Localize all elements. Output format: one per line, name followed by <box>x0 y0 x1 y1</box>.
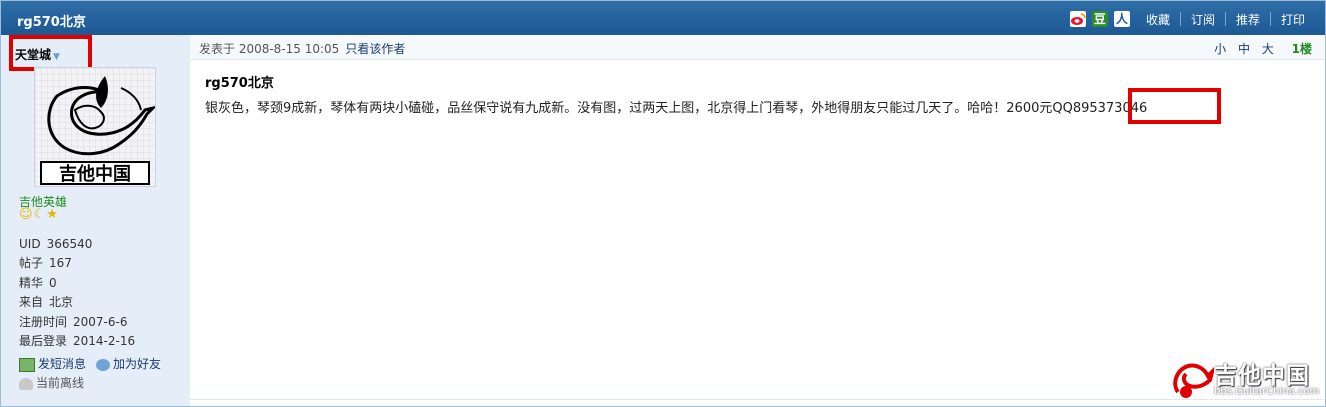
view-author-only-link[interactable]: 只看该作者 <box>345 42 405 56</box>
thread-toolbar: 豆 人 收藏 订阅 推荐 打印 <box>1069 9 1315 29</box>
online-status: 当前离线 <box>19 374 161 393</box>
moon-icon: ☾ <box>33 207 46 222</box>
subscribe-link[interactable]: 订阅 <box>1181 11 1225 28</box>
post-body: 银灰色，琴颈9成新，琴体有两块小磕碰，品丝保守说有九成新。没有图，过两天上图，北… <box>205 101 1148 116</box>
author-actions: 发短消息 加为好友 当前离线 <box>19 355 161 393</box>
font-large-button[interactable]: 大 <box>1262 42 1274 56</box>
add-friend-button[interactable]: 加为好友 <box>96 355 161 374</box>
weibo-share-icon[interactable] <box>1069 11 1086 27</box>
avatar-logo-text: 吉他中国 <box>59 163 131 185</box>
print-link[interactable]: 打印 <box>1271 11 1315 28</box>
rank-badges: ☺ ☾ ★ <box>19 207 58 222</box>
send-message-button[interactable]: 发短消息 <box>19 355 86 374</box>
post-date: 发表于 2008-8-15 10:05 只看该作者 <box>199 42 406 56</box>
watermark-text: 吉他中国 <box>1214 363 1310 389</box>
info-digest: 精华 0 <box>19 275 57 290</box>
info-location: 来自 北京 <box>19 295 74 310</box>
highlight-box-qq <box>1128 88 1221 124</box>
star-icon: ★ <box>46 207 58 222</box>
thread-title: rg570北京 <box>17 15 86 30</box>
post-divider <box>190 399 1324 400</box>
mail-icon <box>19 357 35 372</box>
favorite-link[interactable]: 收藏 <box>1136 11 1180 28</box>
floor-number[interactable]: 1楼 <box>1292 42 1312 56</box>
post-subject: rg570北京 <box>205 76 274 91</box>
guitar-logo-icon <box>1173 363 1216 398</box>
font-small-button[interactable]: 小 <box>1214 42 1226 56</box>
watermark-url: bbs.GuitarChina.com <box>1214 386 1320 397</box>
info-uid: UID 366540 <box>19 237 93 251</box>
recommend-link[interactable]: 推荐 <box>1226 11 1270 28</box>
watermark: 吉他中国 bbs.GuitarChina.com <box>1170 356 1320 404</box>
offline-user-icon <box>19 377 33 390</box>
info-posts: 帖子 167 <box>19 256 72 271</box>
highlight-box-username <box>9 35 92 71</box>
avatar[interactable]: 吉他中国 <box>34 67 158 187</box>
info-registered: 注册时间 2007-6-6 <box>19 314 128 329</box>
post-meta-bar: 发表于 2008-8-15 10:05 只看该作者 小 中 大 1楼 <box>190 35 1324 60</box>
info-last-login: 最后登录 2014-2-16 <box>19 334 136 349</box>
sun-icon: ☺ <box>19 207 33 222</box>
font-medium-button[interactable]: 中 <box>1238 42 1250 56</box>
thread-header: rg570北京 豆 人 收藏 订阅 推荐 打印 <box>1 1 1325 35</box>
font-size-controls: 小 中 大 1楼 <box>1206 40 1312 57</box>
author-info: UID 366540 帖子 167 精华 0 来自 北京 注册时间 2007-6-6 最后… <box>19 235 135 351</box>
author-sidebar: 天堂城 ▼ 吉他中国 吉他英雄 ☺ ☾ ★ UID 366540 帖子 167 精华 0… <box>1 35 190 406</box>
douban-share-icon[interactable]: 豆 <box>1091 11 1108 27</box>
renren-share-icon[interactable]: 人 <box>1113 11 1130 27</box>
post-frame <box>0 0 1326 407</box>
add-friend-icon <box>96 358 111 371</box>
